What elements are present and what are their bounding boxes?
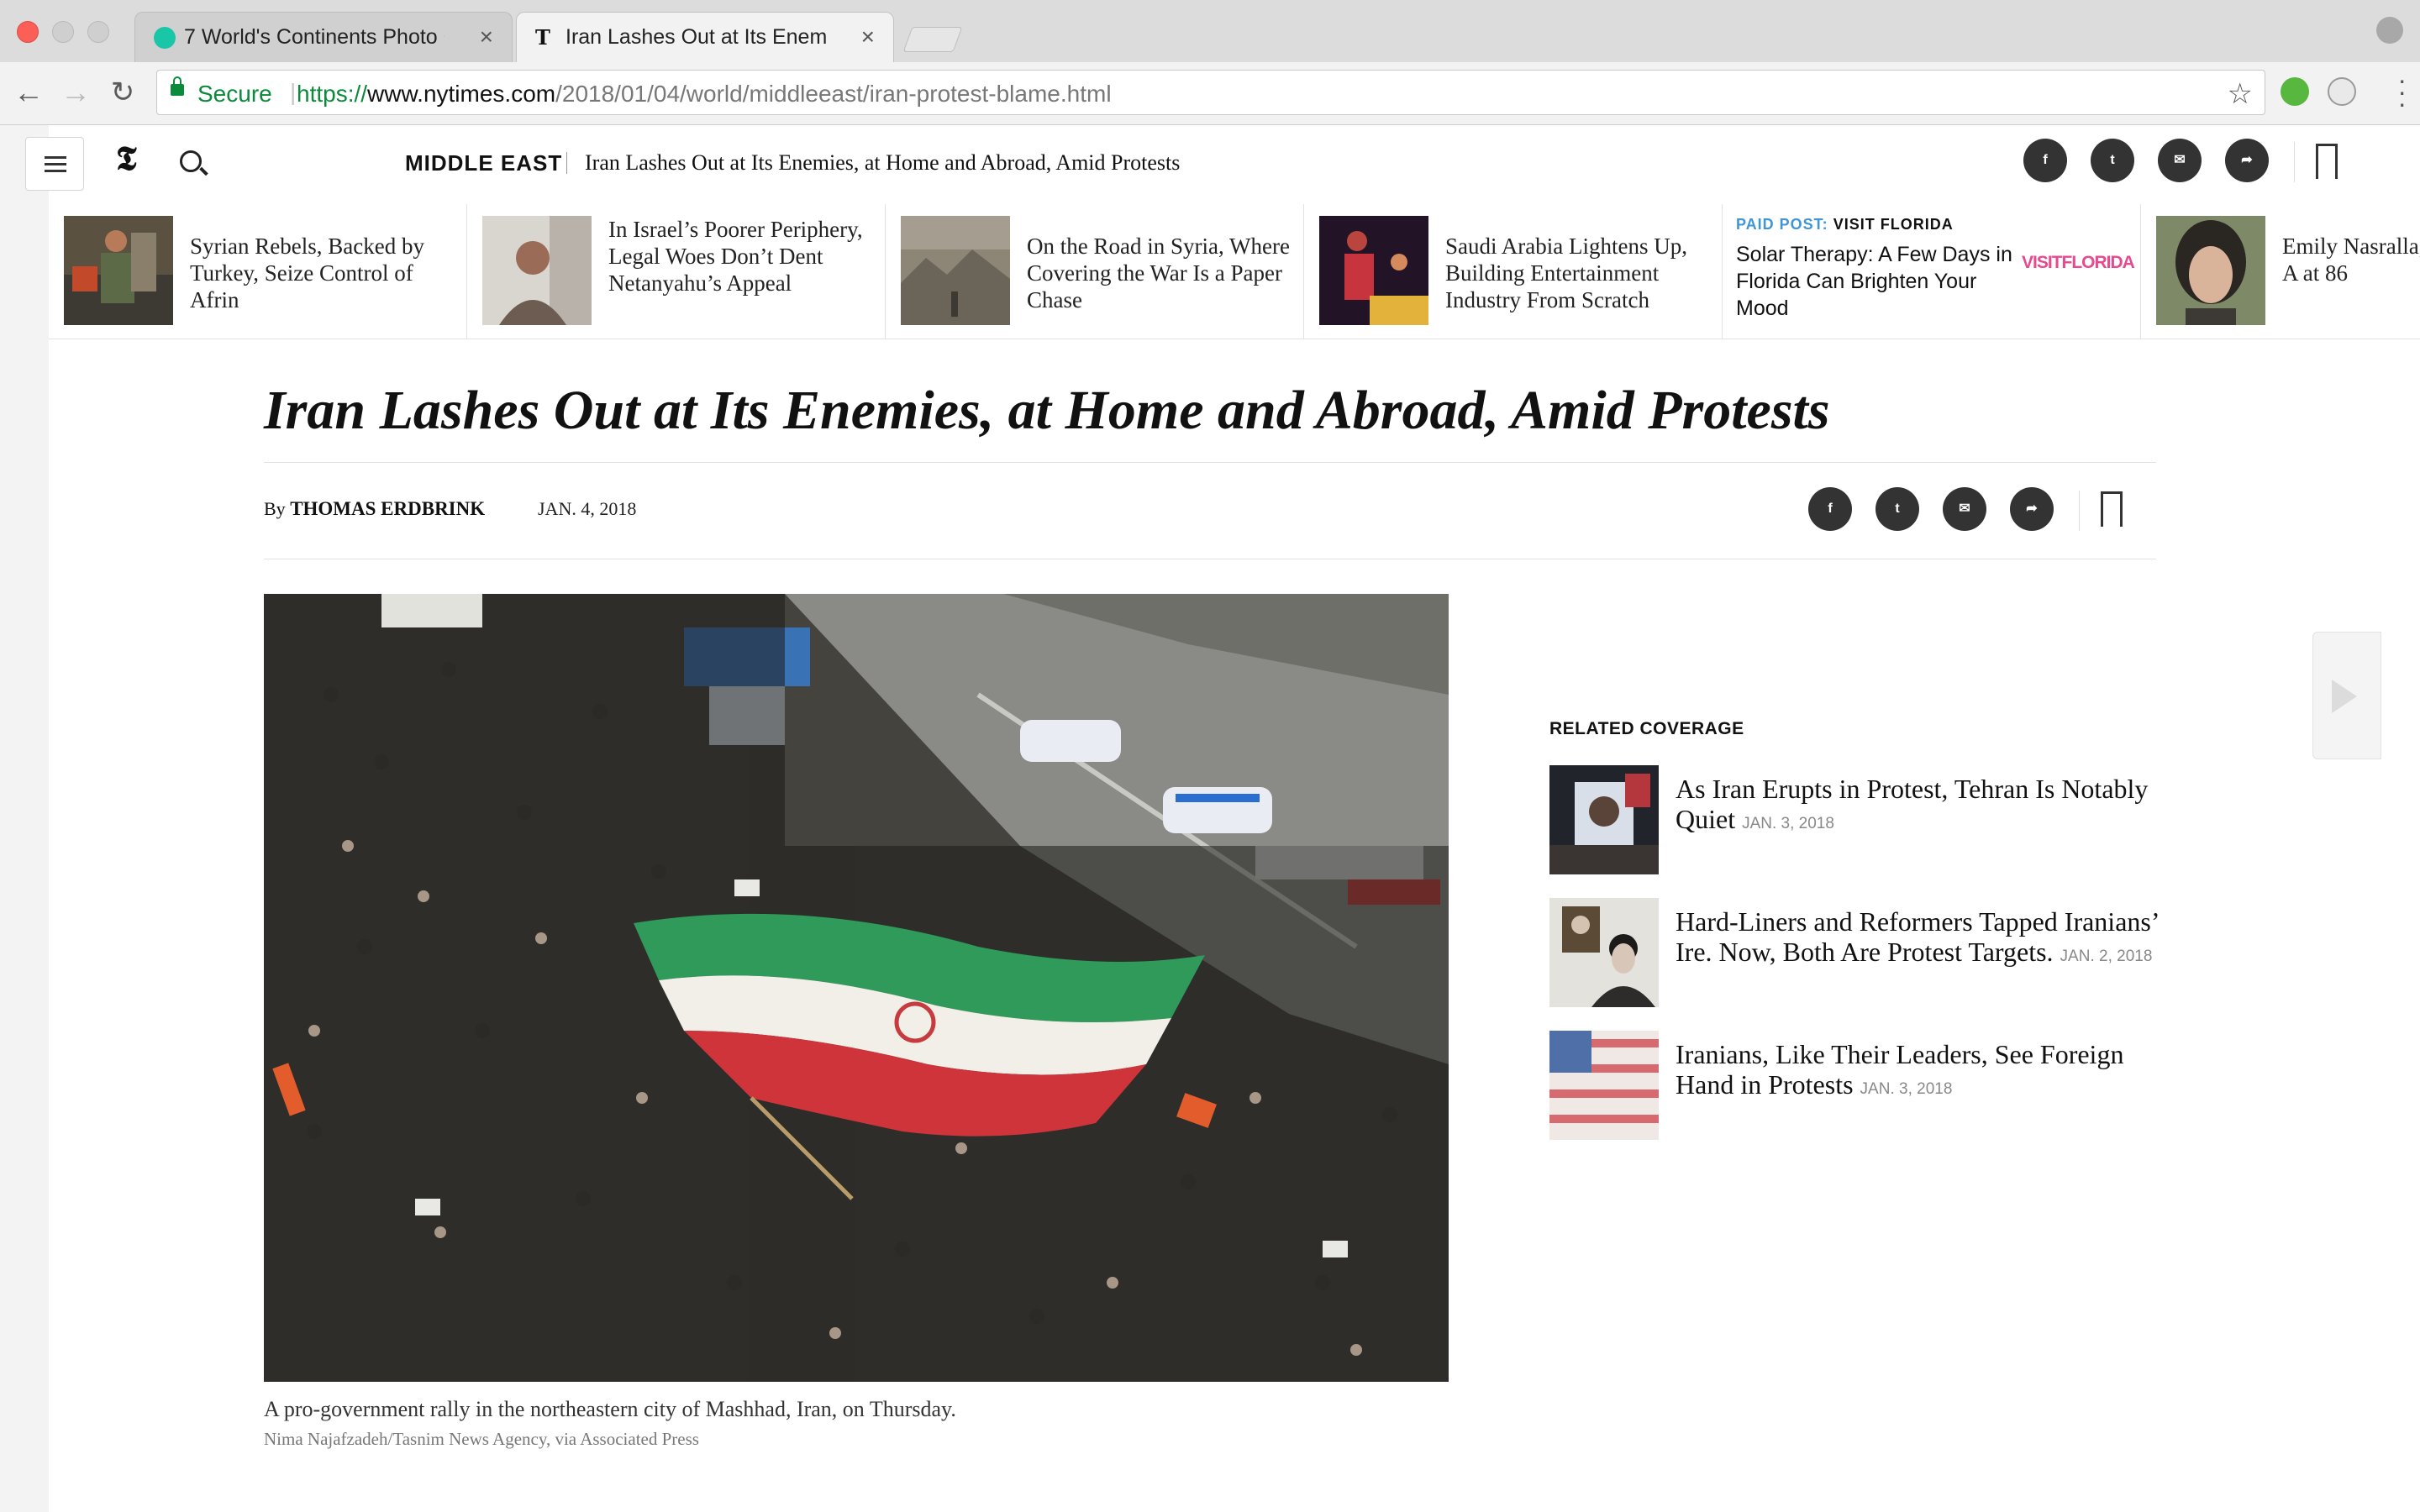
site-header: 𝕿 MIDDLE EAST Iran Lashes Out at Its Ene…	[25, 125, 2420, 205]
publish-date: JAN. 4, 2018	[538, 498, 637, 519]
paid-post-label: PAID POST: VISIT FLORIDA	[1736, 216, 1954, 234]
header-divider	[566, 152, 567, 174]
url-separator: |	[290, 79, 297, 105]
url-host: www.nytimes.com	[367, 81, 556, 107]
ribbon-item[interactable]: Saudi Arabia Lightens Up, Building Enter…	[1304, 204, 1723, 339]
nyt-favicon-icon: T	[535, 25, 550, 50]
zoom-window-button[interactable]	[87, 21, 109, 43]
browser-titlebar: 7 World's Continents Photo Ch × T Iran L…	[0, 0, 2420, 63]
tab-title: 7 World's Continents Photo Ch	[184, 25, 445, 49]
related-item-title: Hard-Liners and Reformers Tapped Iranian…	[1676, 906, 2163, 972]
facebook-icon[interactable]: f	[2023, 139, 2067, 182]
ribbon-item[interactable]: On the Road in Syria, Where Covering the…	[886, 204, 1304, 339]
browser-tab-continents[interactable]: 7 World's Continents Photo Ch ×	[134, 12, 513, 62]
share-more-icon[interactable]: ➦	[2225, 139, 2269, 182]
reload-icon[interactable]: ↻	[106, 76, 139, 109]
header-headline: Iran Lashes Out at Its Enemies, at Home …	[585, 150, 1181, 175]
paid-post-tag: PAID POST:	[1736, 216, 1828, 233]
divider	[2079, 491, 2080, 531]
twitter-icon[interactable]: t	[1876, 487, 1919, 531]
cleric-portrait-thumbnail	[1549, 898, 1659, 1007]
photo-caption: A pro-government rally in the northeaste…	[264, 1397, 956, 1421]
novelist-portrait-thumbnail	[2156, 216, 2265, 325]
secure-label: Secure	[197, 81, 272, 107]
nyt-logo[interactable]: 𝕿	[116, 139, 137, 178]
article-headline: Iran Lashes Out at Its Enemies, at Home …	[264, 380, 1830, 441]
address-bar[interactable]: Secure | https://www.nytimes.com/2018/01…	[156, 70, 2265, 115]
ribbon-item[interactable]: In Israel’s Poorer Periphery, Legal Woes…	[467, 204, 886, 339]
related-item[interactable]: As Iran Erupts in Protest, Tehran Is Not…	[1549, 765, 2163, 874]
ribbon-headline: Emily Nasralla, Novelist and A at 86	[2282, 234, 2420, 286]
story-ribbon: Syrian Rebels, Backed by Turkey, Seize C…	[49, 204, 2420, 339]
twitter-icon[interactable]: t	[2091, 139, 2134, 182]
divider	[264, 462, 2156, 463]
url-path: /2018/01/04/world/middleeast/iran-protes…	[555, 81, 1112, 107]
rubble-thumbnail	[901, 216, 1010, 325]
related-item-title: Iranians, Like Their Leaders, See Foreig…	[1676, 1039, 2163, 1105]
ribbon-paid-post[interactable]: PAID POST: VISIT FLORIDA Solar Therapy: …	[1723, 204, 2141, 339]
next-article-arrow-icon[interactable]	[2312, 632, 2381, 759]
extension-check-icon[interactable]	[2281, 77, 2309, 106]
article-page: 𝕿 MIDDLE EAST Iran Lashes Out at Its Ene…	[25, 125, 2420, 1512]
url-text[interactable]: https://www.nytimes.com/2018/01/04/world…	[297, 81, 1112, 108]
ribbon-headline: Syrian Rebels, Backed by Turkey, Seize C…	[190, 234, 424, 312]
close-tab-icon[interactable]: ×	[861, 24, 875, 50]
divider	[2294, 142, 2295, 182]
email-icon[interactable]: ✉	[2158, 139, 2202, 182]
related-item[interactable]: Iranians, Like Their Leaders, See Foreig…	[1549, 1031, 2163, 1140]
menu-bar-icon	[45, 163, 66, 165]
related-date: JAN. 3, 2018	[1742, 815, 1834, 832]
browser-tab-nyt[interactable]: T Iran Lashes Out at Its Enemies, ×	[516, 12, 894, 62]
browser-menu-icon[interactable]: · · ·	[2397, 66, 2407, 117]
close-tab-icon[interactable]: ×	[480, 24, 493, 50]
visit-florida-logo: VISITFLORIDA	[2022, 253, 2135, 272]
back-arrow-icon[interactable]: ←	[12, 76, 45, 109]
bookmark-star-icon[interactable]: ☆	[2228, 77, 2253, 111]
forward-arrow-icon[interactable]: →	[59, 76, 92, 109]
paid-post-headline: Solar Therapy: A Few Days in Florida Can…	[1736, 243, 2012, 320]
close-window-button[interactable]	[17, 21, 39, 43]
related-item[interactable]: Hard-Liners and Reformers Tapped Iranian…	[1549, 898, 2163, 1007]
soldier-thumbnail	[64, 216, 173, 325]
share-more-icon[interactable]: ➦	[2010, 487, 2054, 531]
new-tab-button[interactable]	[902, 27, 963, 52]
section-label[interactable]: MIDDLE EAST	[405, 150, 562, 176]
minimize-window-button[interactable]	[52, 21, 74, 43]
wordpress-extension-icon[interactable]	[2328, 77, 2356, 106]
related-item-title: As Iran Erupts in Protest, Tehran Is Not…	[1676, 774, 2163, 839]
ribbon-item[interactable]: Emily Nasralla, Novelist and A at 86	[2141, 204, 2420, 339]
menu-bar-icon	[45, 170, 66, 172]
ribbon-headline: In Israel’s Poorer Periphery, Legal Woes…	[608, 217, 863, 296]
url-scheme: https://	[297, 81, 368, 107]
photo-credit: Nima Najafzadeh/Tasnim News Agency, via …	[264, 1429, 699, 1449]
facebook-icon[interactable]: f	[1808, 487, 1852, 531]
anti-us-flag-thumbnail	[1549, 1031, 1659, 1140]
rally-photo	[264, 594, 1449, 1382]
author-name[interactable]: THOMAS ERDBRINK	[290, 498, 485, 519]
concert-thumbnail	[1319, 216, 1428, 325]
bookmark-icon[interactable]	[2316, 144, 2338, 181]
woman-portrait-thumbnail	[482, 216, 592, 325]
related-coverage-label: RELATED COVERAGE	[1549, 719, 1744, 738]
related-date: JAN. 3, 2018	[1860, 1080, 1953, 1098]
menu-bar-icon	[45, 156, 66, 159]
menu-button[interactable]	[25, 137, 84, 191]
related-date: JAN. 2, 2018	[2060, 948, 2153, 965]
lock-icon	[171, 76, 184, 96]
byline-prefix: By	[264, 498, 286, 519]
ribbon-headline: Saudi Arabia Lightens Up, Building Enter…	[1445, 234, 1687, 312]
protest-poster-thumbnail	[1549, 765, 1659, 874]
ribbon-item[interactable]: Syrian Rebels, Backed by Turkey, Seize C…	[49, 204, 467, 339]
ribbon-headline: On the Road in Syria, Where Covering the…	[1027, 234, 1290, 312]
profile-icon[interactable]	[2376, 17, 2403, 44]
bookmark-icon[interactable]	[2101, 491, 2123, 529]
email-icon[interactable]: ✉	[1943, 487, 1986, 531]
leaf-icon	[154, 27, 176, 49]
byline: By THOMAS ERDBRINK	[264, 498, 485, 520]
search-icon[interactable]	[180, 150, 202, 172]
tab-title: Iran Lashes Out at Its Enemies,	[566, 25, 826, 49]
paid-post-brand: VISIT FLORIDA	[1833, 216, 1954, 233]
browser-toolbar: ← → ↻ Secure | https://www.nytimes.com/2…	[0, 62, 2420, 125]
